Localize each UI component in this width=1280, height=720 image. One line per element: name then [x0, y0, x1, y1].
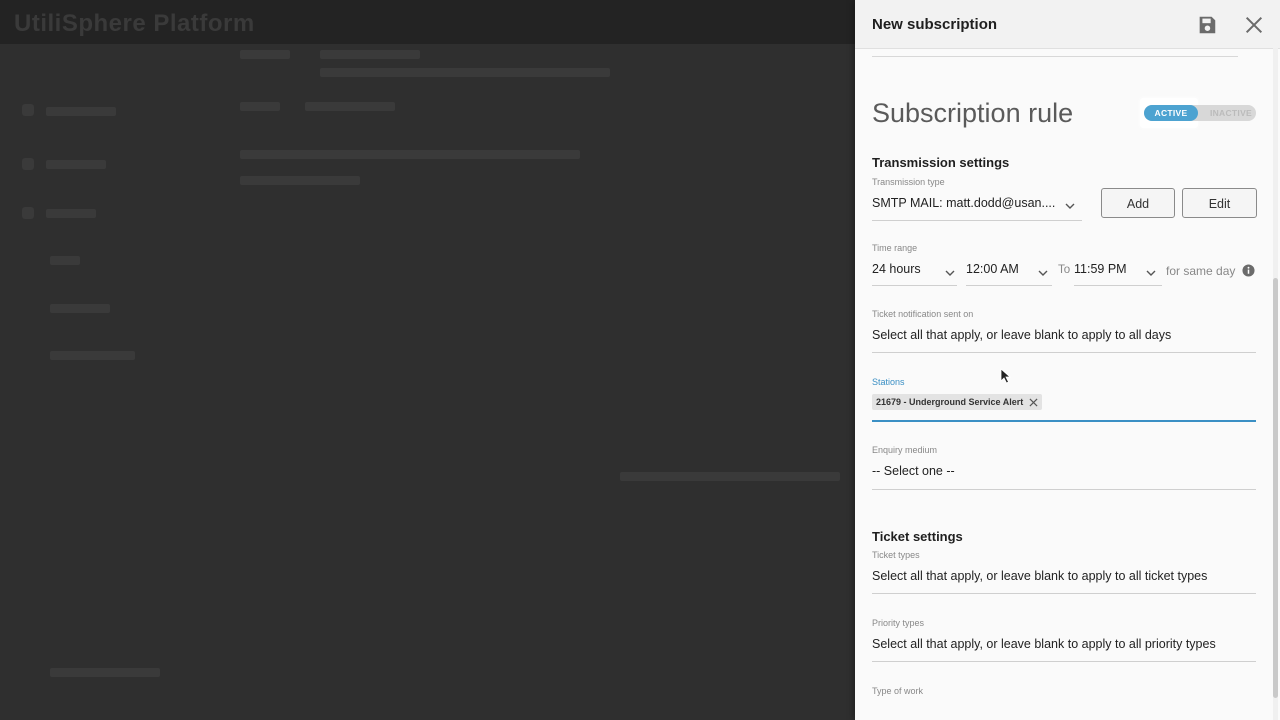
mouse-cursor-icon	[1000, 368, 1012, 384]
station-chip-label: 21679 - Underground Service Alert	[876, 397, 1024, 407]
background-text	[240, 176, 360, 185]
enquiry-medium-label: Enquiry medium	[872, 445, 938, 455]
ticket-types-underline	[872, 593, 1256, 594]
save-icon[interactable]	[1196, 14, 1218, 36]
add-transmission-button[interactable]: Add	[1101, 188, 1175, 218]
background-brand: UtiliSphere Platform	[14, 10, 255, 37]
stations-input-underline[interactable]	[872, 420, 1256, 422]
type-of-work-label: Type of work	[872, 686, 924, 696]
start-time-select[interactable]: 12:00 AM	[966, 262, 1019, 276]
end-time-select[interactable]: 11:59 PM	[1074, 262, 1127, 276]
same-day-label: for same day	[1166, 264, 1236, 278]
chip-remove-icon[interactable]	[1029, 397, 1038, 407]
info-icon[interactable]	[1242, 264, 1255, 277]
ticket-notification-label: Ticket notification sent on	[872, 309, 974, 319]
background-text	[240, 50, 290, 59]
background-nav-text	[46, 160, 106, 169]
transmission-settings-heading: Transmission settings	[872, 155, 1010, 170]
background-text	[305, 102, 395, 111]
to-label: To	[1058, 264, 1071, 276]
panel-header: New subscription	[855, 0, 1280, 49]
background-text	[620, 472, 840, 481]
divider	[872, 56, 1238, 57]
background-nav-text	[50, 256, 80, 265]
ticket-settings-heading: Ticket settings	[872, 529, 963, 544]
background-text	[240, 102, 280, 111]
priority-types-label: Priority types	[872, 618, 925, 628]
start-time-underline	[966, 285, 1052, 286]
time-range-label: Time range	[872, 243, 918, 253]
background-nav-icon	[22, 104, 34, 116]
background-text	[50, 668, 160, 677]
enquiry-medium-underline	[872, 489, 1256, 490]
scrollbar-thumb[interactable]	[1273, 278, 1278, 698]
ticket-notification-underline	[872, 352, 1256, 353]
background-text	[320, 68, 610, 77]
background-nav-text	[46, 107, 116, 116]
toggle-active-label[interactable]: ACTIVE	[1144, 105, 1198, 121]
edit-transmission-button[interactable]: Edit	[1182, 188, 1257, 218]
close-icon[interactable]	[1243, 14, 1265, 36]
background-nav-text	[46, 209, 96, 218]
new-subscription-panel: New subscription Subscription rule ACTIV…	[855, 0, 1280, 720]
subscription-rule-title: Subscription rule	[872, 98, 1074, 128]
background-nav-text	[50, 351, 135, 360]
ticket-types-label: Ticket types	[872, 550, 920, 560]
chevron-down-icon[interactable]	[1038, 268, 1048, 278]
chevron-down-icon[interactable]	[945, 268, 955, 278]
transmission-type-select[interactable]: SMTP MAIL: matt.dodd@usan....	[872, 196, 1055, 210]
end-time-underline	[1074, 285, 1162, 286]
background-nav-icon	[22, 158, 34, 170]
background-nav-text	[50, 304, 110, 313]
priority-types-underline	[872, 661, 1256, 662]
priority-types-select[interactable]: Select all that apply, or leave blank to…	[872, 637, 1216, 651]
enquiry-medium-select[interactable]: -- Select one --	[872, 464, 955, 478]
background-app-overlay: UtiliSphere Platform	[0, 0, 855, 720]
transmission-type-underline	[872, 220, 1082, 221]
toggle-inactive-label[interactable]: INACTIVE	[1204, 105, 1258, 121]
ticket-notification-select[interactable]: Select all that apply, or leave blank to…	[872, 328, 1171, 342]
station-chip: 21679 - Underground Service Alert	[872, 394, 1043, 410]
background-text	[240, 150, 580, 159]
transmission-type-label: Transmission type	[872, 177, 945, 187]
panel-scrollbar[interactable]	[1273, 48, 1278, 720]
chevron-down-icon[interactable]	[1146, 268, 1156, 278]
time-range-underline	[872, 285, 957, 286]
background-nav-icon	[22, 207, 34, 219]
panel-title: New subscription	[872, 16, 998, 33]
background-text	[320, 50, 420, 59]
background-topbar: UtiliSphere Platform	[0, 0, 855, 44]
chevron-down-icon[interactable]	[1065, 201, 1075, 211]
ticket-types-select[interactable]: Select all that apply, or leave blank to…	[872, 569, 1207, 583]
stations-label: Stations	[872, 377, 905, 387]
time-range-select[interactable]: 24 hours	[872, 262, 921, 276]
active-toggle[interactable]: ACTIVE INACTIVE	[1140, 98, 1260, 128]
